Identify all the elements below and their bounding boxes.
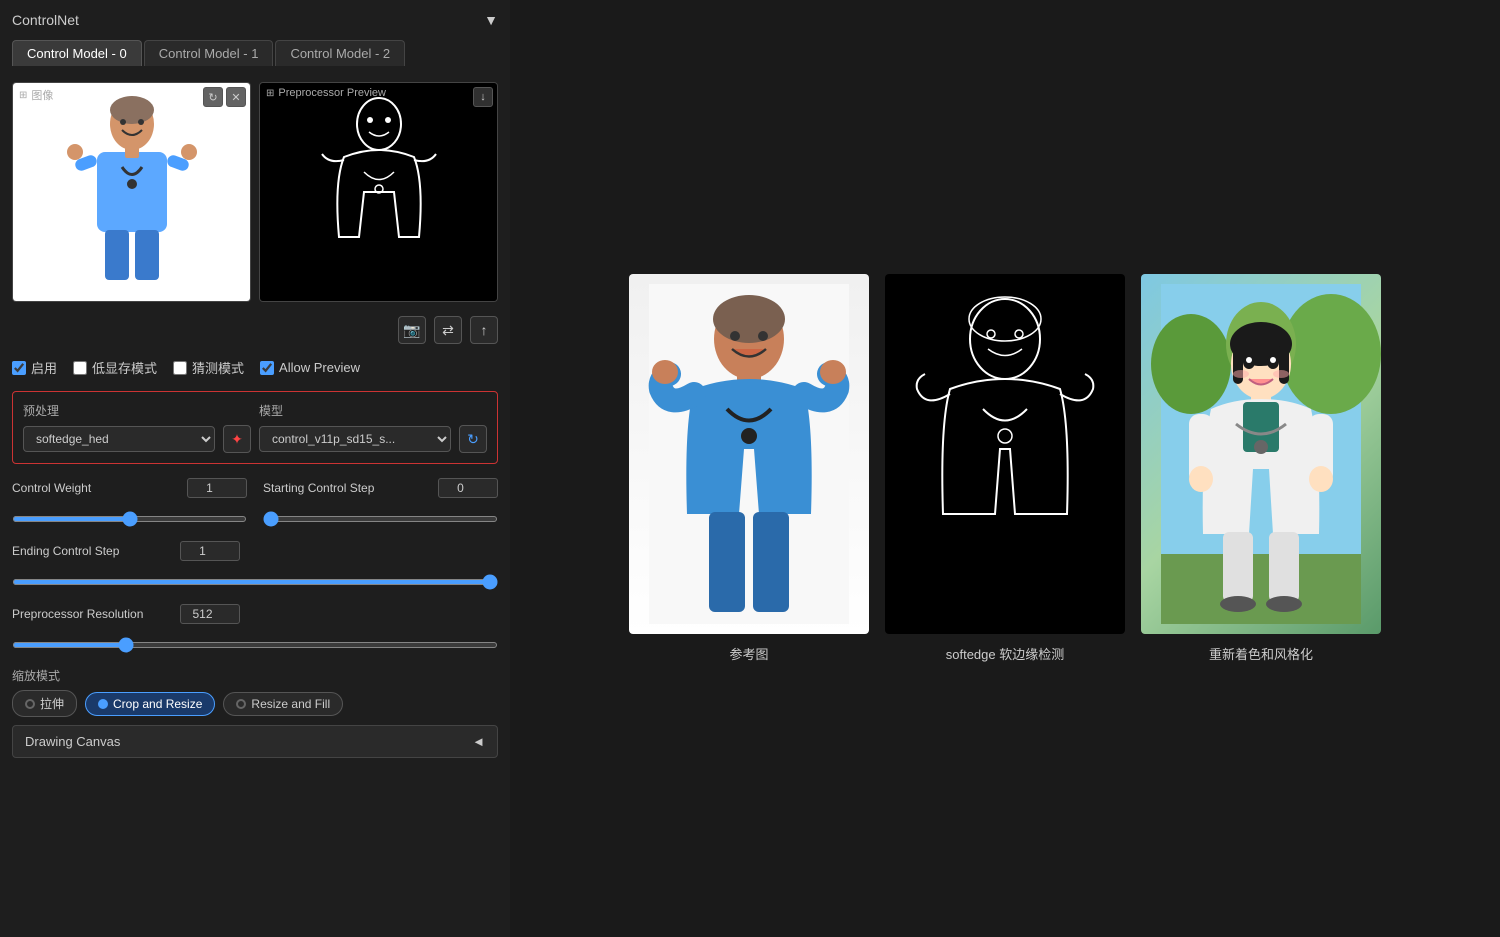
ending-step-row: Ending Control Step <box>12 541 498 561</box>
checkboxes-row: 启用 低显存模式 猜测模式 Allow Preview <box>12 358 498 377</box>
starting-step-label: Starting Control Step <box>263 481 423 495</box>
tab-control-model-1[interactable]: Control Model - 1 <box>144 40 274 66</box>
resize-fill-radio-dot <box>236 699 246 709</box>
reference-image <box>629 274 869 634</box>
preprocessor-res-row: Preprocessor Resolution <box>12 604 498 624</box>
gallery-item-softedge: softedge 软边缘检测 <box>885 274 1125 663</box>
softedge-sketch-photo <box>885 274 1125 634</box>
guess-mode-checkbox-input[interactable] <box>173 361 187 375</box>
ending-step-label: Ending Control Step <box>12 544 172 558</box>
softedge-image <box>885 274 1125 634</box>
scale-stretch-btn[interactable]: 拉伸 <box>12 690 77 717</box>
preview-image-box[interactable]: ⊞ Preprocessor Preview ↓ <box>259 82 498 302</box>
dual-slider-row: Control Weight Starting Control Step <box>12 478 498 500</box>
preprocessor-fire-btn[interactable]: ✦ <box>223 425 251 453</box>
preprocessor-res-slider[interactable] <box>12 642 498 648</box>
close-source-btn[interactable]: ✕ <box>226 87 246 107</box>
starting-step-group: Starting Control Step <box>263 478 498 500</box>
control-weight-slider[interactable] <box>12 516 247 522</box>
image-row: ⊞ 图像 ↻ ✕ <box>12 82 498 302</box>
anime-label: 重新着色和风格化 <box>1209 644 1313 663</box>
preprocessor-res-slider-container <box>12 636 498 651</box>
drawing-canvas-label: Drawing Canvas <box>25 734 120 749</box>
scale-mode-title: 缩放模式 <box>12 667 498 684</box>
ending-step-slider[interactable] <box>12 579 498 585</box>
softedge-label: softedge 软边缘检测 <box>946 644 1065 663</box>
gallery-item-reference: 参考图 <box>629 274 869 663</box>
enable-checkbox-input[interactable] <box>12 361 26 375</box>
source-image-box[interactable]: ⊞ 图像 ↻ ✕ <box>12 82 251 302</box>
scale-mode-section: 缩放模式 拉伸 Crop and Resize Resize and Fill <box>12 667 498 717</box>
stretch-radio-dot <box>25 699 35 709</box>
starting-step-label-row: Starting Control Step <box>263 478 498 498</box>
download-preview-btn[interactable]: ↓ <box>473 87 493 107</box>
control-weight-label-row: Control Weight <box>12 478 247 498</box>
panel-header: ControlNet ▼ <box>12 12 498 28</box>
control-weight-slider-container <box>12 510 247 525</box>
scale-resize-fill-btn[interactable]: Resize and Fill <box>223 692 343 716</box>
model-select[interactable]: control_v11p_sd15_s... <box>259 426 451 452</box>
right-panel: 参考图 <box>510 0 1500 937</box>
camera-btn[interactable]: 📷 <box>398 316 426 344</box>
tab-control-model-2[interactable]: Control Model - 2 <box>275 40 405 66</box>
preprocess-model-box: 预处理 模型 softedge_hed ✦ control_v11p_sd15_… <box>12 391 498 464</box>
dual-slider-tracks <box>12 510 498 525</box>
gallery: 参考图 <box>629 274 1381 663</box>
starting-step-input[interactable] <box>438 478 498 498</box>
action-buttons-row: 📷 ⇄ ↑ <box>12 316 498 344</box>
upload-btn[interactable]: ↑ <box>470 316 498 344</box>
swap-btn[interactable]: ⇄ <box>434 316 462 344</box>
preview-image-label: ⊞ Preprocessor Preview <box>266 87 386 99</box>
preprocessor-res-label: Preprocessor Resolution <box>12 607 172 621</box>
guess-mode-checkbox[interactable]: 猜测模式 <box>173 358 244 377</box>
preprocessor-res-input[interactable] <box>180 604 240 624</box>
scale-crop-resize-btn[interactable]: Crop and Resize <box>85 692 215 716</box>
left-panel: ControlNet ▼ Control Model - 0 Control M… <box>0 0 510 937</box>
refresh-source-btn[interactable]: ↻ <box>203 87 223 107</box>
panel-collapse-arrow[interactable]: ▼ <box>484 12 498 28</box>
preprocessor-select[interactable]: softedge_hed <box>23 426 215 452</box>
control-weight-group: Control Weight <box>12 478 247 500</box>
source-image-label: ⊞ 图像 <box>19 87 53 103</box>
control-weight-label: Control Weight <box>12 481 172 495</box>
source-image-controls: ↻ ✕ <box>203 87 246 107</box>
tabs-container: Control Model - 0 Control Model - 1 Cont… <box>12 40 498 66</box>
crop-resize-radio-dot <box>98 699 108 709</box>
pm-labels: 预处理 模型 <box>23 402 487 419</box>
anime-photo <box>1141 274 1381 634</box>
allow-preview-checkbox-input[interactable] <box>260 361 274 375</box>
scale-mode-radio-group: 拉伸 Crop and Resize Resize and Fill <box>12 690 498 717</box>
control-weight-input[interactable] <box>187 478 247 498</box>
low-vram-checkbox[interactable]: 低显存模式 <box>73 358 157 377</box>
starting-step-slider-container <box>263 510 498 525</box>
reference-label: 参考图 <box>729 644 768 663</box>
preview-sketch-image <box>260 83 497 301</box>
enable-checkbox[interactable]: 启用 <box>12 358 57 377</box>
preprocessor-label: 预处理 <box>23 402 251 419</box>
resize-fill-label: Resize and Fill <box>251 697 330 711</box>
ending-step-slider-container <box>12 573 498 588</box>
panel-title: ControlNet <box>12 12 79 28</box>
anime-image <box>1141 274 1381 634</box>
stretch-label: 拉伸 <box>40 695 64 712</box>
low-vram-checkbox-input[interactable] <box>73 361 87 375</box>
gallery-item-anime: 重新着色和风格化 <box>1141 274 1381 663</box>
pm-controls: softedge_hed ✦ control_v11p_sd15_s... ↻ <box>23 425 487 453</box>
source-nurse-image <box>13 83 250 301</box>
drawing-canvas-row[interactable]: Drawing Canvas ◄ <box>12 725 498 758</box>
model-reload-btn[interactable]: ↻ <box>459 425 487 453</box>
model-label: 模型 <box>259 402 487 419</box>
reference-nurse-photo <box>629 274 869 634</box>
tab-control-model-0[interactable]: Control Model - 0 <box>12 40 142 66</box>
drawing-canvas-arrow: ◄ <box>472 734 485 749</box>
allow-preview-checkbox[interactable]: Allow Preview <box>260 360 360 375</box>
ending-step-input[interactable] <box>180 541 240 561</box>
starting-step-slider[interactable] <box>263 516 498 522</box>
preview-image-controls: ↓ <box>473 87 493 107</box>
crop-resize-label: Crop and Resize <box>113 697 202 711</box>
